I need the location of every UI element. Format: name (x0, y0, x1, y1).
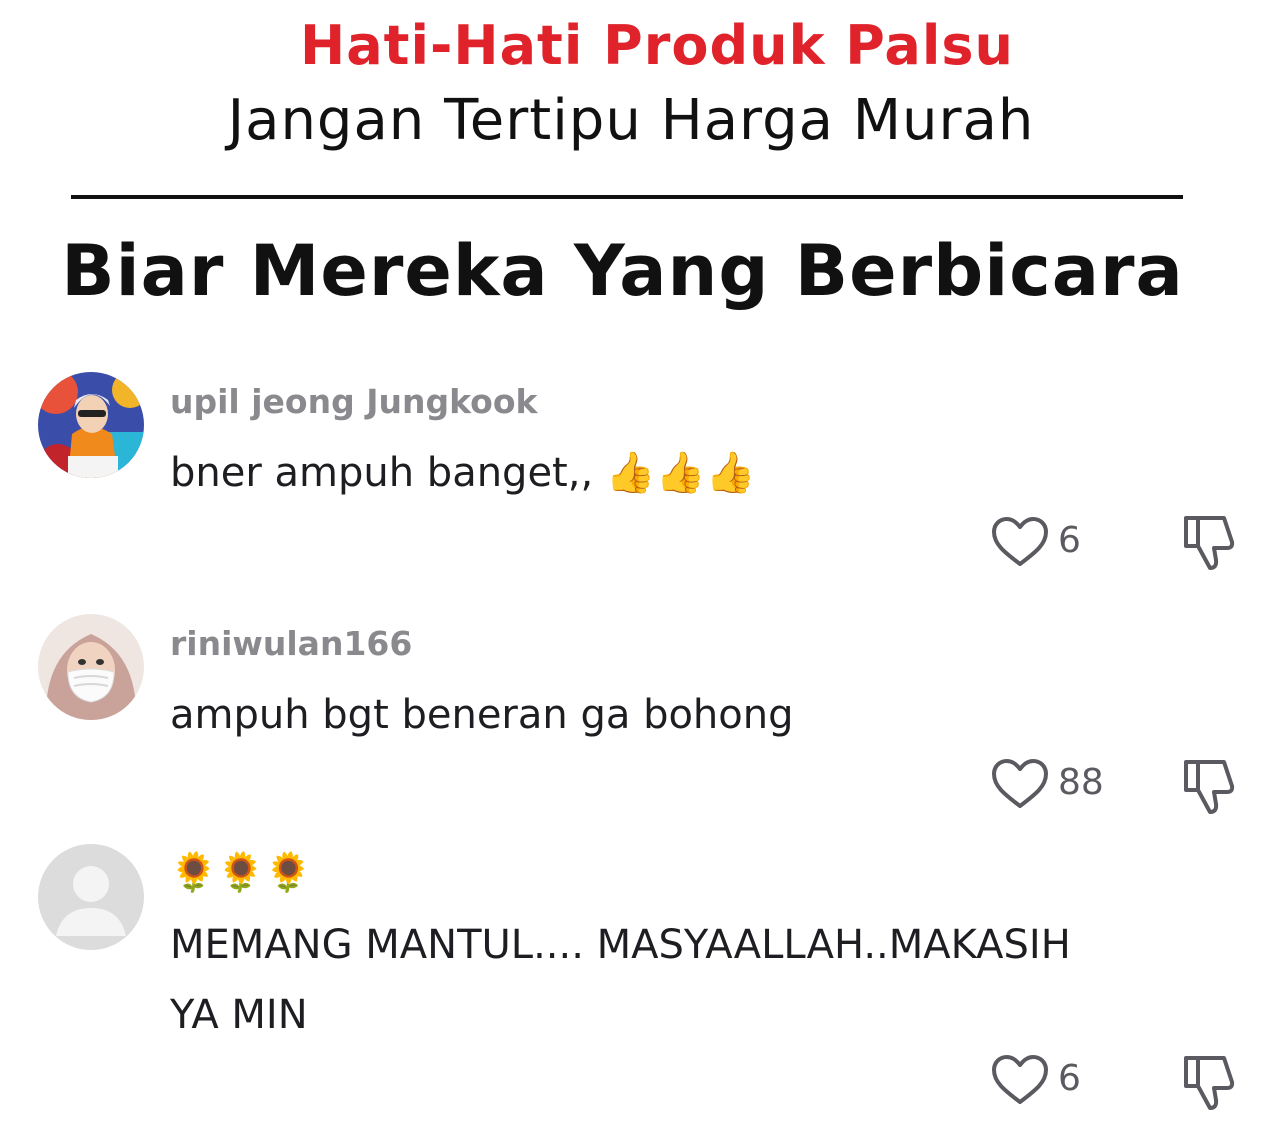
header-divider (71, 195, 1183, 199)
comment-text: bner ampuh banget,, 👍👍👍 (170, 450, 756, 496)
like-count: 6 (1058, 520, 1081, 561)
thumbs-down-outline-icon (1184, 516, 1235, 570)
section-title: Biar Mereka Yang Berbicara (61, 230, 1184, 312)
avatar[interactable] (38, 614, 144, 720)
like-count: 6 (1058, 1058, 1081, 1099)
dislike-button[interactable] (1180, 512, 1242, 572)
dislike-button[interactable] (1180, 756, 1242, 816)
comment-username[interactable]: riniwulan166 (170, 624, 412, 663)
like-button[interactable] (990, 516, 1050, 568)
avatar[interactable] (38, 844, 144, 950)
comment-text-continued: YA MIN (170, 992, 308, 1038)
thumbs-down-outline-icon (1184, 760, 1235, 814)
thumbs-down-outline-icon (1184, 1056, 1235, 1110)
avatar[interactable] (38, 372, 144, 478)
subheadline: Jangan Tertipu Harga Murah (227, 88, 1035, 153)
profile-photo-orange-jacket (38, 372, 144, 478)
dislike-button[interactable] (1180, 1052, 1242, 1112)
comment-text: ampuh bgt beneran ga bohong (170, 692, 794, 738)
comment-username[interactable]: 🌻🌻🌻 (170, 850, 312, 895)
heart-outline-icon (992, 517, 1048, 566)
comment-text: MEMANG MANTUL.... MASYAALLAH..MAKASIH (170, 922, 1071, 968)
like-button[interactable] (990, 1054, 1050, 1106)
heart-outline-icon (992, 1055, 1048, 1104)
like-button[interactable] (990, 758, 1050, 810)
heart-outline-icon (992, 759, 1048, 808)
like-count: 88 (1058, 762, 1104, 803)
default-avatar-icon (38, 844, 144, 950)
warning-headline: Hati-Hati Produk Palsu (300, 14, 1014, 77)
profile-photo-hijab-mask (38, 614, 144, 720)
comment-username[interactable]: upil jeong Jungkook (170, 382, 537, 421)
